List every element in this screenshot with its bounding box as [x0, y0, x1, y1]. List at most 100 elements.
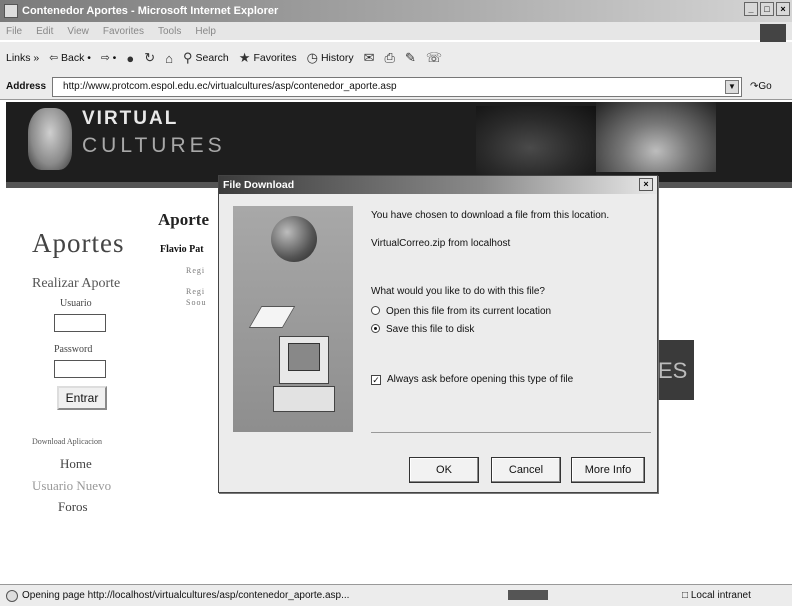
maximize-button[interactable]: □ — [760, 2, 774, 16]
save-option-label: Save this file to disk — [386, 324, 475, 335]
back-label: ⇦ Back • — [49, 52, 91, 64]
content-row: Regi — [186, 287, 206, 296]
usuario-nuevo-link[interactable]: Usuario Nuevo — [32, 478, 111, 494]
favorites-label: Favorites — [253, 52, 297, 64]
dialog-question: What would you like to do with this file… — [371, 286, 545, 297]
window-controls: _ □ × — [744, 2, 790, 16]
document-icon — [248, 306, 296, 328]
address-url: http://www.protcom.espol.edu.ec/virtualc… — [63, 81, 397, 92]
banner-light-image — [596, 102, 716, 172]
content-row: Soou — [186, 298, 207, 307]
password-input[interactable] — [54, 360, 106, 378]
dialog-filename: VirtualCorreo.zip from localhost — [371, 238, 511, 249]
download-illustration — [233, 206, 353, 432]
content-subheading: Flavio Pat — [160, 244, 204, 255]
address-input[interactable]: http://www.protcom.espol.edu.ec/virtualc… — [52, 76, 743, 97]
links-button[interactable]: Links » — [6, 52, 39, 64]
history-label: History — [320, 52, 354, 64]
search-icon: ⚲ — [182, 50, 193, 65]
window-titlebar: Contenedor Aportes - Microsoft Internet … — [0, 0, 792, 22]
links-label: Links » — [6, 52, 40, 64]
page-loading-icon — [6, 589, 18, 602]
password-label: Password — [54, 344, 93, 355]
banner-face-image — [28, 108, 72, 170]
always-ask-label: Always ask before opening this type of f… — [387, 374, 574, 385]
cancel-button[interactable]: Cancel — [491, 457, 561, 483]
refresh-icon[interactable]: ↻ — [144, 50, 155, 66]
close-button[interactable]: × — [776, 2, 790, 16]
favorites-button[interactable]: ★ Favorites — [239, 50, 297, 66]
ie-icon — [4, 4, 18, 18]
open-option-label: Open this file from its current location — [386, 306, 552, 317]
computer-icon — [279, 336, 329, 384]
address-label: Address — [6, 81, 47, 92]
content-heading: Aporte — [158, 210, 209, 229]
dialog-titlebar: File Download × — [219, 176, 657, 194]
back-button[interactable]: ⇦ Back • — [49, 52, 91, 64]
window-title: Contenedor Aportes - Microsoft Internet … — [22, 5, 279, 17]
dialog-divider — [371, 432, 651, 433]
favorites-icon: ★ — [238, 50, 251, 65]
menu-file[interactable]: File — [6, 26, 22, 37]
status-text: Opening page http://localhost/virtualcul… — [22, 590, 350, 601]
dialog-message: You have chosen to download a file from … — [371, 210, 610, 221]
menu-view[interactable]: View — [67, 26, 89, 37]
always-ask-checkbox[interactable]: ✓ — [371, 375, 381, 385]
site-banner: VIRTUAL CULTURES — [6, 102, 792, 182]
save-option[interactable]: Save this file to disk — [371, 324, 474, 335]
open-option[interactable]: Open this file from its current location — [371, 306, 551, 317]
history-button[interactable]: ◷ History — [307, 50, 354, 66]
banner-title-line2: CULTURES — [82, 134, 226, 157]
right-banner-fragment: ES — [654, 340, 694, 400]
forward-button[interactable]: ⇨ • — [101, 52, 116, 64]
go-label: Go — [758, 81, 772, 92]
nav-title: Aportes — [32, 228, 125, 258]
search-button[interactable]: ⚲ Search — [183, 50, 229, 66]
history-icon: ◷ — [306, 50, 318, 65]
globe-icon — [271, 216, 317, 262]
computer-screen — [288, 343, 320, 371]
edit-icon[interactable]: ✎ — [405, 50, 416, 66]
ok-button[interactable]: OK — [409, 457, 479, 483]
more-info-button[interactable]: More Info — [571, 457, 645, 483]
security-zone: □ Local intranet — [682, 590, 751, 601]
menu-help[interactable]: Help — [195, 26, 216, 37]
mail-icon[interactable]: ✉ — [364, 50, 375, 66]
banner-sphere-image — [476, 106, 596, 182]
forward-label: ⇨ • — [100, 52, 117, 64]
banner-title-line1: VIRTUAL — [82, 108, 179, 129]
menu-edit[interactable]: Edit — [36, 26, 53, 37]
computer-base — [273, 386, 335, 412]
download-link[interactable]: Download Aplicacion — [32, 437, 102, 446]
address-bar: Address http://www.protcom.espol.edu.ec/… — [0, 74, 792, 100]
home-link[interactable]: Home — [60, 456, 92, 472]
menu-tools[interactable]: Tools — [158, 26, 181, 37]
chevron-down-icon[interactable]: ▼ — [725, 79, 740, 94]
discuss-icon[interactable]: ☏ — [426, 50, 442, 66]
progress-bar — [508, 590, 548, 600]
open-radio[interactable] — [371, 306, 380, 315]
content-row: Regi — [186, 266, 206, 275]
toolbar: Links » ⇦ Back • ⇨ • ● ↻ ⌂ ⚲ Search ★ Favo… — [0, 42, 792, 74]
menubar: File Edit View Favorites Tools Help — [0, 22, 792, 40]
stop-icon[interactable]: ● — [126, 51, 134, 66]
zone-label: Local intranet — [690, 590, 751, 601]
status-bar: Opening page http://localhost/virtualcul… — [0, 584, 792, 606]
go-button[interactable]: ↷Go — [750, 81, 772, 92]
always-ask-option[interactable]: ✓ Always ask before opening this type of … — [371, 374, 573, 385]
file-download-dialog: File Download × You have chosen to downl… — [218, 175, 658, 493]
dialog-title: File Download — [223, 179, 295, 191]
search-label: Search — [195, 52, 229, 64]
home-icon[interactable]: ⌂ — [165, 51, 173, 66]
minimize-button[interactable]: _ — [744, 2, 758, 16]
dialog-close-button[interactable]: × — [639, 178, 653, 191]
foros-link[interactable]: Foros — [58, 499, 88, 515]
usuario-label: Usuario — [60, 298, 92, 309]
entrar-button[interactable]: Entrar — [57, 386, 107, 410]
windows-logo-icon — [760, 24, 786, 42]
menu-favorites[interactable]: Favorites — [103, 26, 144, 37]
nav-section-title: Realizar Aporte — [32, 276, 121, 291]
print-icon[interactable]: ⎙ — [385, 50, 395, 66]
save-radio[interactable] — [371, 324, 380, 333]
usuario-input[interactable] — [54, 314, 106, 332]
